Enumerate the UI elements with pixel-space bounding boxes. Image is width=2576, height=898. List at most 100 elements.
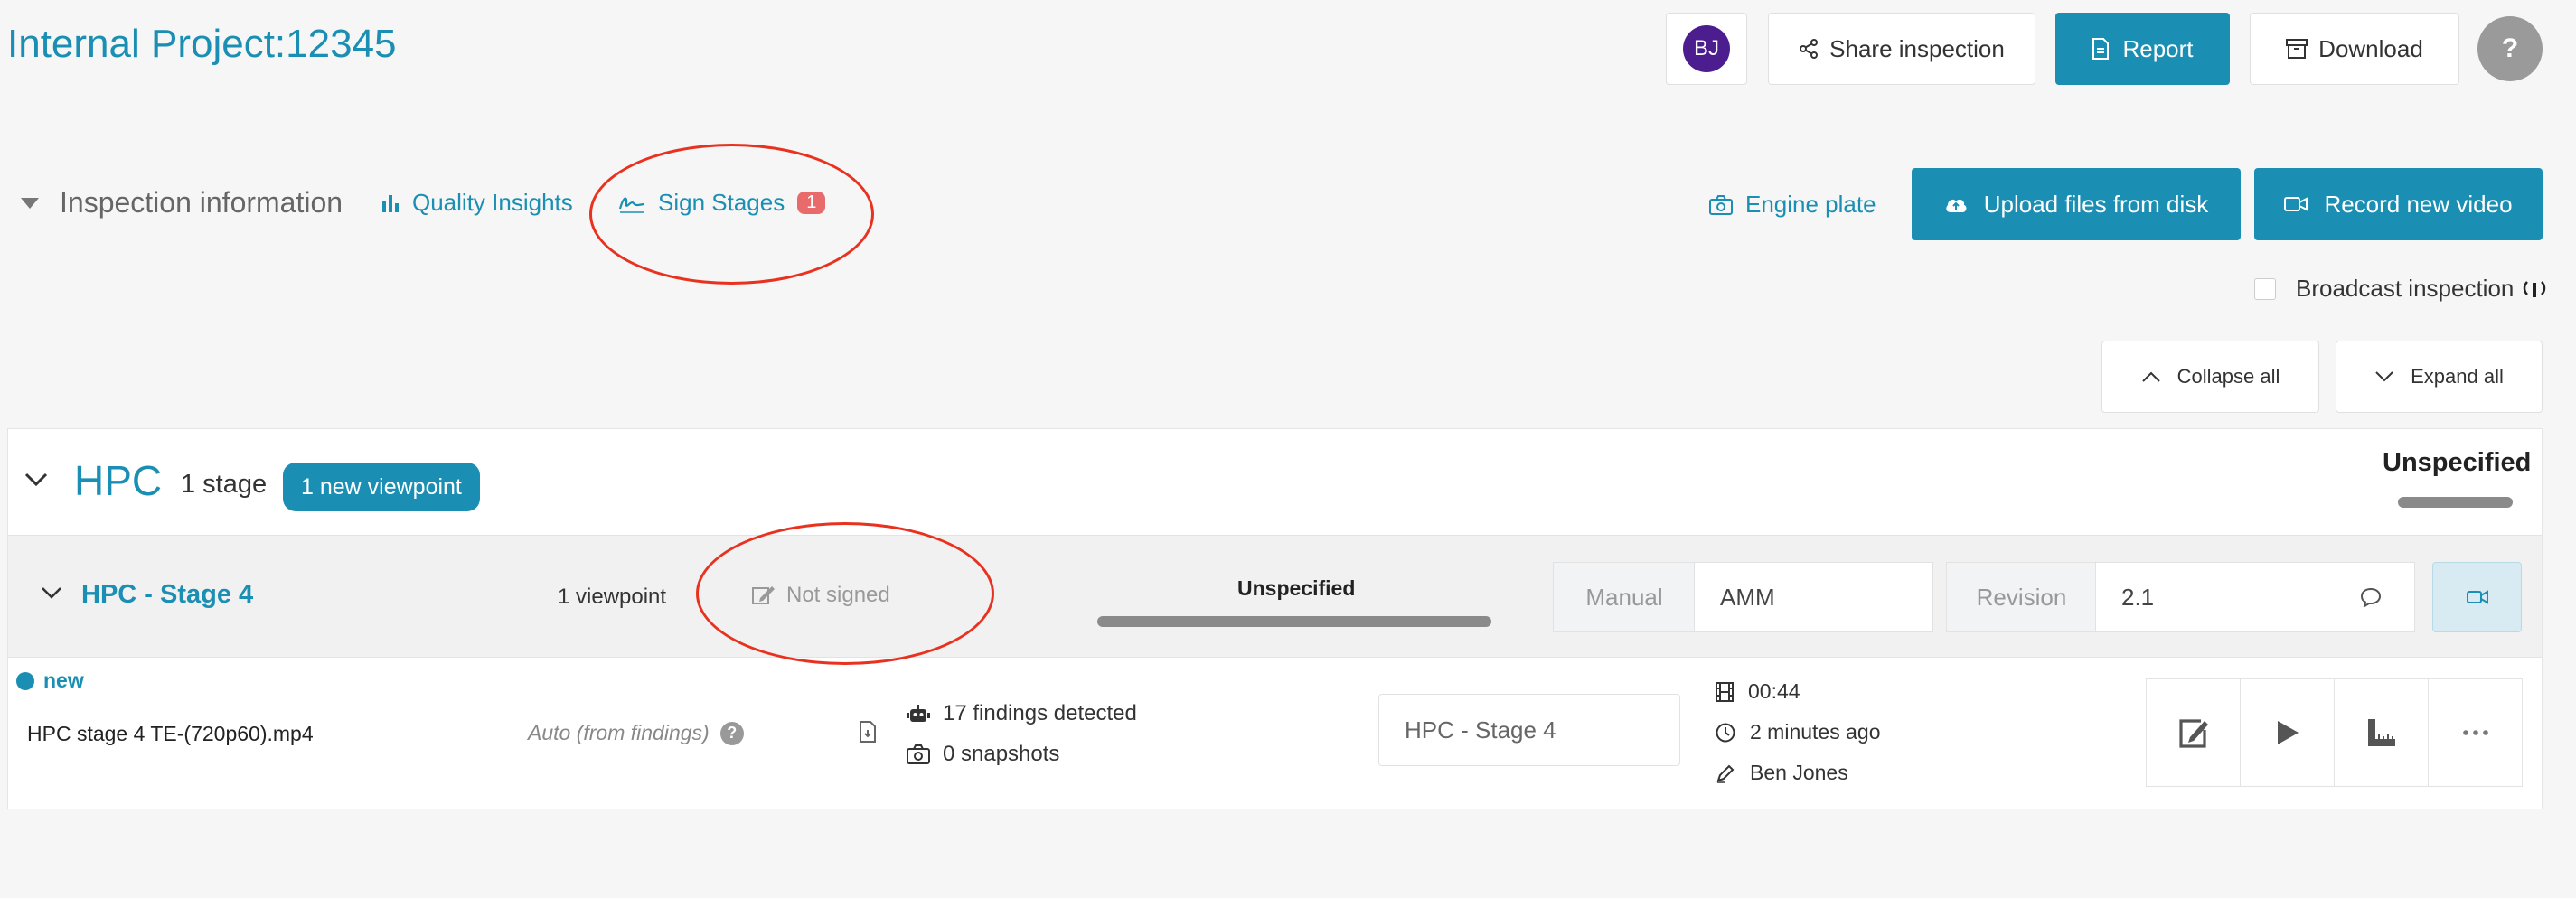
broadcast-icon [2523,279,2546,299]
video-author: Ben Jones [1716,761,1848,785]
signature-edit-icon [752,585,776,606]
help-icon: ? [2501,33,2519,63]
film-icon [1716,681,1734,702]
snapshots-count: 0 snapshots [907,742,1059,767]
more-options-button[interactable] [2428,678,2523,787]
engine-plate-link[interactable]: Engine plate [1709,191,1876,219]
section-title: HPC [74,457,163,504]
collapse-all-label: Collapse all [2176,365,2280,388]
revision-field[interactable]: 2.1 [2095,562,2327,632]
stage-video-button[interactable] [2432,562,2522,632]
robot-icon [907,704,930,724]
manual-field[interactable]: AMM [1694,562,1933,632]
ruler-icon [2366,717,2397,748]
expand-all-button[interactable]: Expand all [2336,341,2543,413]
share-icon [1799,39,1819,59]
new-tag-label: new [43,669,84,692]
broadcast-inspection-label: Broadcast inspection [2296,275,2515,302]
stage-sign-status[interactable]: Not signed [752,583,890,608]
new-viewpoint-badge[interactable]: 1 new viewpoint [283,463,480,511]
camera-icon [907,744,930,764]
stage-sign-status-label: Not signed [786,583,890,607]
comment-button[interactable] [2327,562,2415,632]
inspection-info-label: Inspection information [60,186,343,219]
chevron-down-icon [40,585,63,600]
camera-icon [1709,194,1733,215]
collapse-all-button[interactable]: Collapse all [2101,341,2319,413]
chevron-down-icon [2374,370,2394,383]
edit-icon [2177,717,2210,748]
manual-label: Manual [1553,562,1695,632]
video-author-label: Ben Jones [1750,761,1848,784]
play-button[interactable] [2240,678,2335,787]
share-inspection-button[interactable]: Share inspection [1768,13,2035,85]
report-label: Report [2122,34,2194,62]
file-name[interactable]: HPC stage 4 TE-(720p60).mp4 [27,722,314,746]
video-time-ago-label: 2 minutes ago [1750,720,1881,744]
share-inspection-label: Share inspection [1829,34,2005,62]
new-dot-icon [16,671,34,690]
findings-detected: 17 findings detected [907,701,1137,726]
findings-label: 17 findings detected [943,701,1137,725]
pen-icon [1716,763,1735,783]
cloud-upload-icon [1944,195,1968,213]
video-camera-icon [2284,195,2308,213]
measure-button[interactable] [2334,678,2429,787]
section-collapse-toggle[interactable] [24,472,49,492]
video-duration: 00:44 [1716,679,1800,704]
video-duration-label: 00:44 [1748,679,1800,703]
auto-findings: Auto (from findings) ? [528,721,744,745]
revision-label: Revision [1946,562,2096,632]
inspection-info-toggle[interactable]: Inspection information [20,186,343,220]
manual-value: AMM [1720,583,1775,611]
archive-icon [2286,39,2308,59]
edit-button[interactable] [2146,678,2241,787]
section-status: Unspecified [2383,448,2532,477]
record-video-button[interactable]: Record new video [2254,168,2543,240]
video-camera-icon [2466,589,2488,605]
document-icon [2092,38,2110,60]
download-button[interactable]: Download [2250,13,2459,85]
stage-select-field[interactable]: HPC - Stage 4 [1378,694,1680,766]
upload-files-button[interactable]: Upload files from disk [1912,168,2241,240]
quality-insights-link[interactable]: Quality Insights [381,189,573,217]
chevron-down-icon [24,472,49,488]
upload-files-label: Upload files from disk [1983,190,2209,218]
avatar-button[interactable]: BJ [1666,13,1747,85]
avatar-initials: BJ [1693,36,1719,61]
file-report-icon[interactable] [859,721,877,747]
engine-plate-label: Engine plate [1745,191,1876,218]
stage-status-bar [1097,616,1491,627]
report-button[interactable]: Report [2055,13,2230,85]
new-tag: new [16,669,84,693]
sign-stages-label: Sign Stages [658,189,785,216]
section-stage-count: 1 stage [181,470,268,499]
stage-title[interactable]: HPC - Stage 4 [81,580,253,610]
sign-stages-badge: 1 [797,192,826,214]
caret-down-icon [20,197,40,210]
record-video-label: Record new video [2324,190,2513,218]
play-icon [2275,719,2300,746]
signature-icon [618,192,645,214]
help-circle-icon[interactable]: ? [719,721,744,745]
download-label: Download [2318,34,2423,62]
clock-icon [1716,723,1735,743]
stage-viewpoint-count: 1 viewpoint [558,585,667,609]
stage-select-value: HPC - Stage 4 [1405,716,1556,744]
broadcast-checkbox[interactable] [2254,277,2276,300]
expand-all-label: Expand all [2411,365,2504,388]
revision-value: 2.1 [2121,583,2155,611]
sign-stages-link[interactable]: Sign Stages 1 [618,189,826,217]
help-button[interactable]: ? [2477,16,2543,81]
stage-collapse-toggle[interactable] [40,585,63,604]
page-title: Internal Project:12345 [7,22,397,66]
stage-status: Unspecified [1237,576,1356,600]
ellipsis-icon [2462,729,2489,736]
avatar: BJ [1683,25,1730,72]
quality-insights-label: Quality Insights [412,189,573,216]
auto-findings-label: Auto (from findings) [528,721,710,744]
broadcast-inspection-toggle[interactable]: Broadcast inspection [2254,275,2546,303]
chevron-up-icon [2141,370,2161,383]
snapshots-label: 0 snapshots [943,742,1060,766]
video-time-ago: 2 minutes ago [1716,720,1880,744]
